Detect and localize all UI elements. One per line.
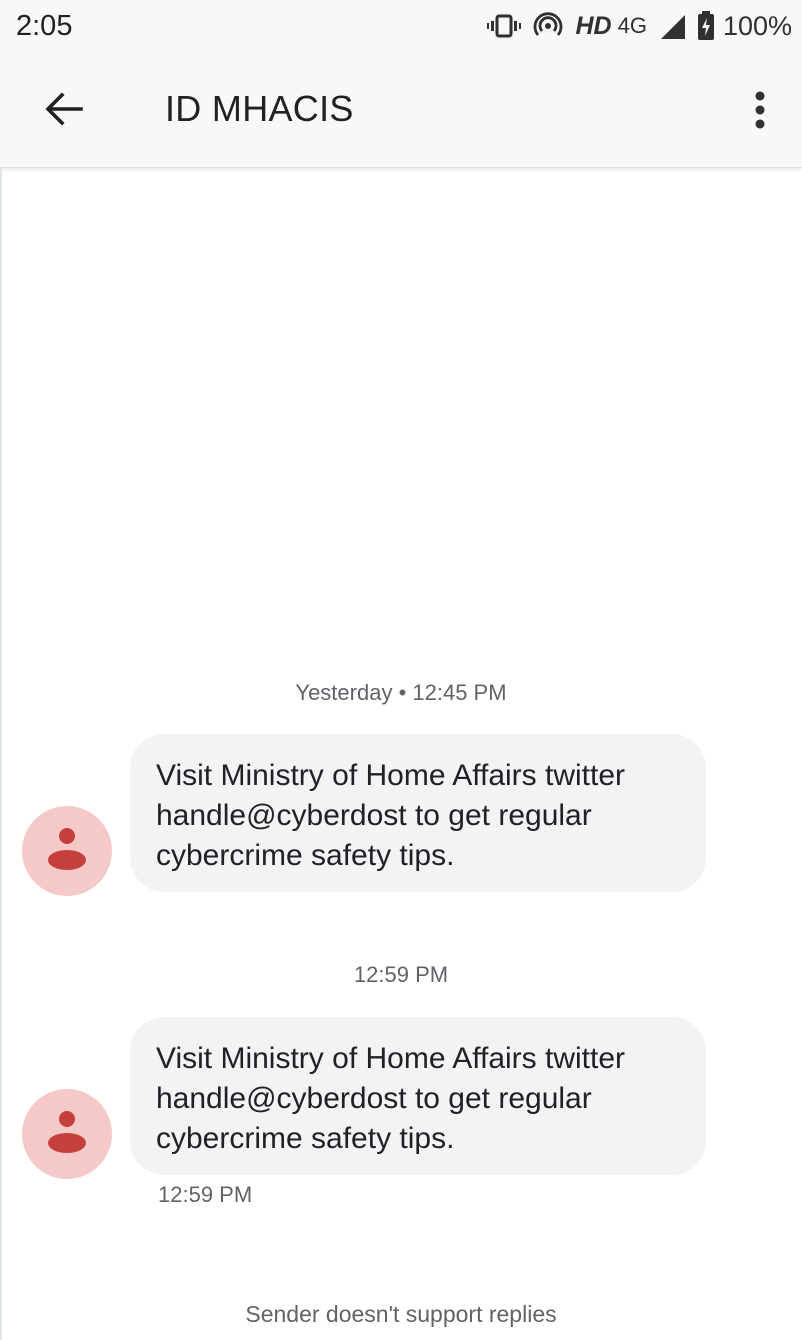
conversation-title: ID MHACIS [165,88,354,129]
network-type-label: 4G [617,13,647,38]
signal-icon [659,13,685,39]
vibrate-icon [487,13,522,39]
arrow-back-icon [43,91,83,132]
no-reply-notice: Sender doesn't support replies [245,1301,557,1327]
status-bar: 2:05 HD 4G 100% [0,0,802,52]
app-bar: ID MHACIS [0,52,802,168]
status-icons: HD 4G 100% [487,11,792,42]
message-date-separator: Yesterday • 12:45 PM [295,680,507,705]
sender-avatar[interactable] [22,806,112,896]
more-options-button[interactable] [740,84,780,140]
battery-charging-icon [697,11,715,41]
message-bubble[interactable]: Visit Ministry of Home Affairs twitter h… [130,1017,706,1175]
message-timestamp: 12:59 PM [158,1182,253,1207]
battery-percent: 100% [722,10,792,41]
message-time-separator: 12:59 PM [353,962,449,987]
network-hd-label: HD [575,11,612,40]
left-edge-divider [0,168,2,1340]
more-vert-icon [754,90,766,135]
person-icon [45,824,89,879]
hotspot-icon [533,11,563,41]
status-time: 2:05 [16,9,73,42]
person-icon [45,1107,89,1162]
sender-avatar[interactable] [22,1089,112,1179]
back-button[interactable] [38,86,88,136]
message-bubble[interactable]: Visit Ministry of Home Affairs twitter h… [130,734,706,892]
